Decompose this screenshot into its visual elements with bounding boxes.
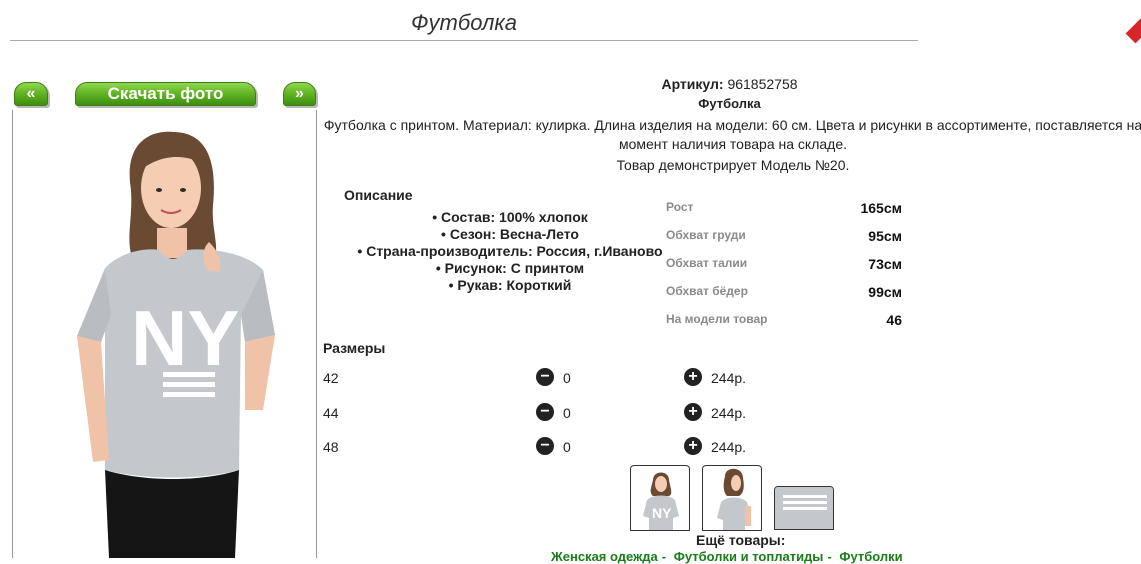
- measurement-label: На модели товар: [666, 312, 768, 326]
- increase-qty-button[interactable]: +: [684, 403, 702, 421]
- product-description: Футболка с принтом. Материал: кулирка. Д…: [323, 117, 1141, 152]
- measurement-row: Обхват бёдер 99см: [666, 282, 902, 310]
- measurement-value: 46: [886, 312, 902, 328]
- qty-value: 0: [563, 405, 571, 421]
- title-divider: [10, 40, 918, 41]
- feature-item: Страна-производитель: Россия, г.Иваново: [340, 243, 680, 260]
- measurement-value: 73см: [868, 256, 902, 272]
- measurement-value: 165см: [860, 200, 902, 216]
- model-note-text: Товар демонстрирует Модель №20.: [616, 157, 850, 173]
- more-products-links: Женская одежда - Футболки и топлатиды - Фу…: [551, 549, 903, 564]
- feature-item: Состав: 100% хлопок: [340, 209, 680, 226]
- measurement-row: Обхват груди 95см: [666, 226, 902, 254]
- size-label: 42: [323, 370, 339, 386]
- qty-value: 0: [563, 370, 571, 386]
- measurement-value: 99см: [868, 284, 902, 300]
- product-name: Футболка: [698, 96, 761, 111]
- corner-logo-icon: [1125, 16, 1141, 44]
- article-line: Артикул: 961852758: [318, 76, 1141, 92]
- feature-item: Сезон: Весна-Лето: [340, 226, 680, 243]
- size-row: 42 − 0 + 244р.: [323, 368, 823, 388]
- increase-qty-button[interactable]: +: [684, 437, 702, 455]
- feature-item: Рукав: Короткий: [340, 277, 680, 294]
- size-row: 44 − 0 + 244р.: [323, 403, 823, 423]
- more-products-title: Ещё товары:: [696, 532, 786, 548]
- decrease-qty-button[interactable]: −: [536, 368, 554, 386]
- measurement-label: Обхват бёдер: [666, 284, 748, 298]
- page-title: Футболка: [411, 10, 517, 35]
- measurement-row: Обхват талии 73см: [666, 254, 902, 282]
- thumbnail-fabric-illustration: [775, 487, 833, 529]
- svg-text:NY: NY: [652, 505, 672, 521]
- thumbnail-fabric[interactable]: [774, 486, 834, 530]
- thumbnail-side[interactable]: [702, 465, 762, 531]
- feature-item: Рисунок: С принтом: [340, 260, 680, 277]
- measurement-value: 95см: [868, 228, 902, 244]
- measurement-label: Обхват груди: [666, 228, 746, 242]
- article-label: Артикул:: [661, 76, 724, 92]
- size-label: 48: [323, 439, 339, 455]
- increase-qty-button[interactable]: +: [684, 368, 702, 386]
- svg-text:NY: NY: [131, 294, 239, 382]
- size-price: 244р.: [711, 370, 747, 386]
- size-price: 244р.: [711, 405, 747, 421]
- measurement-row: На модели товар 46: [666, 310, 902, 338]
- size-row: 48 − 0 + 244р.: [323, 437, 823, 457]
- thumbnail-front-illustration: NY: [643, 472, 679, 530]
- measurement-row: Рост 165см: [666, 198, 902, 226]
- download-photo-button[interactable]: Скачать фото: [75, 82, 256, 106]
- next-photo-button[interactable]: »: [283, 82, 316, 106]
- model-photo-illustration: NY: [77, 131, 275, 558]
- more-link-tshirts-tops[interactable]: Футболки и топлатиды: [674, 549, 824, 564]
- qty-value: 0: [563, 439, 571, 455]
- decrease-qty-button[interactable]: −: [536, 403, 554, 421]
- size-label: 44: [323, 405, 339, 421]
- more-link-tshirts[interactable]: Футболки: [839, 549, 902, 564]
- feature-list: Состав: 100% хлопок Сезон: Весна-Лето Ст…: [340, 209, 680, 294]
- prev-photo-button[interactable]: «: [14, 82, 48, 106]
- measurement-label: Обхват талии: [666, 256, 748, 270]
- sizes-title: Размеры: [323, 340, 386, 356]
- size-price: 244р.: [711, 439, 747, 455]
- more-link-womens-clothing[interactable]: Женская одежда: [551, 549, 658, 564]
- thumbnail-side-illustration: [717, 468, 751, 530]
- measurements-table: Рост 165см Обхват груди 95см Обхват тали…: [666, 198, 902, 338]
- details-title: Описание: [344, 187, 413, 203]
- measurement-label: Рост: [666, 200, 694, 214]
- decrease-qty-button[interactable]: −: [536, 437, 554, 455]
- thumbnail-front[interactable]: NY: [630, 465, 690, 531]
- model-note: Товар демонстрирует Модель №20.: [318, 157, 1141, 173]
- product-photo[interactable]: NY: [12, 110, 317, 558]
- article-value: 961852758: [727, 76, 798, 92]
